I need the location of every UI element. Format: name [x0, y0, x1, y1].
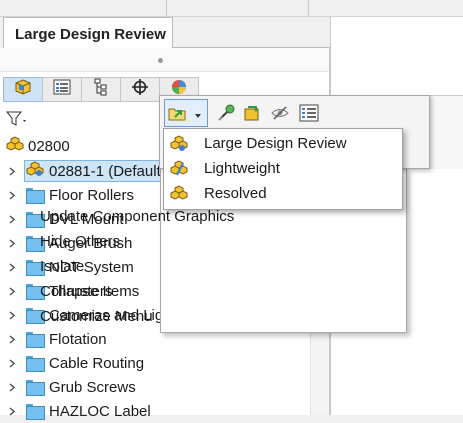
folder-icon	[26, 188, 45, 204]
expand-arrow-icon[interactable]	[8, 238, 16, 248]
tree-folder[interactable]: Cable Routing	[0, 351, 144, 375]
dropdown-arrow-icon	[193, 108, 203, 118]
configuration-manager-icon	[93, 78, 109, 101]
property-manager-icon	[53, 79, 71, 100]
tree-folder[interactable]: Flotation	[0, 327, 107, 351]
tab-dimxpert-manager[interactable]	[120, 77, 160, 102]
folder-icon	[26, 356, 45, 372]
resolved-icon	[170, 184, 188, 203]
submenu-item-label: Large Design Review	[204, 135, 347, 152]
submenu-item-large-design-review[interactable]: Large Design Review	[164, 131, 402, 156]
component-properties-icon[interactable]	[297, 101, 321, 125]
top-toolbar-strip	[0, 0, 463, 17]
graphics-side-strip	[430, 95, 463, 169]
expand-arrow-icon[interactable]	[8, 166, 16, 176]
menu-item-collapse-items[interactable]: Collapse Items	[40, 279, 139, 303]
tab-configuration-manager[interactable]	[81, 77, 121, 102]
expand-arrow-icon[interactable]	[8, 310, 16, 320]
tree-folder[interactable]: Grub Screws	[0, 375, 136, 399]
panel-drag-handle[interactable]	[0, 48, 329, 72]
tree-root[interactable]: 02800	[0, 134, 70, 158]
crosshair-icon	[131, 78, 149, 101]
tree-folder-label: Grub Screws	[49, 378, 136, 396]
tree-folder-label: Flotation	[49, 330, 107, 348]
expand-arrow-icon[interactable]	[8, 334, 16, 344]
submenu-item-label: Resolved	[204, 185, 267, 202]
subassembly-icon	[26, 161, 44, 181]
expand-arrow-icon[interactable]	[8, 286, 16, 296]
tab-feature-manager[interactable]	[3, 77, 43, 102]
tree-item-label: 02881-1 (Default<	[49, 162, 170, 180]
tree-item-selected[interactable]: 02881-1 (Default<	[0, 159, 170, 183]
menu-item-isolate[interactable]: Isolate	[40, 254, 84, 278]
folder-icon	[26, 332, 45, 348]
lightweight-icon	[170, 159, 188, 178]
folder-icon	[26, 404, 45, 420]
hide-component-icon[interactable]	[268, 101, 292, 125]
menu-item-hide-others[interactable]: Hide Others	[40, 229, 120, 253]
expand-arrow-icon[interactable]	[8, 382, 16, 392]
submenu-item-resolved[interactable]: Resolved	[164, 181, 402, 206]
expand-arrow-icon[interactable]	[8, 358, 16, 368]
tree-folder-label: HAZLOC Label	[49, 402, 151, 420]
feature-manager-icon	[14, 78, 32, 101]
expand-arrow-icon[interactable]	[8, 262, 16, 272]
large-design-review-icon	[170, 134, 188, 153]
submenu-item-label: Lightweight	[204, 160, 280, 177]
tree-folder-label: Floor Rollers	[49, 186, 135, 204]
filter-icon	[5, 111, 28, 132]
pin-icon[interactable]	[214, 101, 238, 125]
filter-button[interactable]	[5, 111, 32, 132]
menu-item-customize-menu[interactable]: Customize Menu	[40, 304, 153, 328]
open-mode-icon	[165, 101, 189, 125]
rebuild-component-icon[interactable]	[240, 101, 264, 125]
tree-folder-label: Cable Routing	[49, 354, 145, 372]
tab-property-manager[interactable]	[42, 77, 82, 102]
folder-icon	[26, 380, 45, 396]
toolbar-separator	[308, 0, 309, 16]
tree-root-label: 02800	[28, 137, 70, 155]
drag-dot-icon	[158, 58, 163, 63]
tree-folder[interactable]: HAZLOC Label	[0, 399, 151, 423]
assembly-icon	[6, 136, 24, 156]
tab-large-design-review[interactable]: Large Design Review	[3, 17, 173, 48]
submenu-item-lightweight[interactable]: Lightweight	[164, 156, 402, 181]
expand-arrow-icon[interactable]	[8, 214, 16, 224]
toolbar-separator	[166, 0, 167, 16]
expand-arrow-icon[interactable]	[8, 190, 16, 200]
